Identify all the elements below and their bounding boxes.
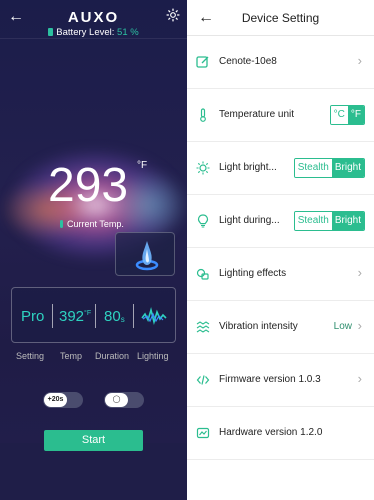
bulb-icon: ◯: [105, 393, 128, 407]
edit-icon: [196, 56, 209, 68]
lighting-preview: [115, 232, 175, 276]
vibration-icon: [196, 321, 210, 333]
row-label: Cenote-10e8: [219, 56, 277, 67]
row-label: Hardware version 1.2.0: [219, 427, 323, 438]
temp-unit-switch: °C °F: [329, 105, 365, 125]
row-label: Light bright...: [219, 162, 277, 173]
boost-toggle[interactable]: +20s: [43, 392, 83, 408]
settings-row-lighting-effects[interactable]: Lighting effects ›: [187, 248, 374, 301]
label-setting: Setting: [16, 351, 45, 361]
device-control-panel: ← AUXO Battery Level: 51 % 293 °F Curren…: [0, 0, 187, 500]
row-label: Lighting effects: [219, 268, 287, 279]
gear-icon[interactable]: [166, 8, 180, 27]
battery-status: Battery Level: 51 %: [0, 27, 187, 38]
light-toggle[interactable]: ◯: [104, 392, 144, 408]
code-icon: [196, 375, 210, 385]
option-bright[interactable]: Bright: [331, 159, 364, 177]
option-fahrenheit[interactable]: °F: [347, 106, 364, 124]
settings-row-temp-unit: Temperature unit °C °F: [187, 89, 374, 142]
brand-logo: AUXO: [67, 9, 120, 26]
divider: [52, 304, 53, 328]
row-label: Light during...: [219, 215, 280, 226]
device-setting-panel: ← Device Setting Cenote-10e8 › Temperatu…: [187, 0, 374, 500]
palette-icon: [196, 268, 209, 280]
sun-icon: [196, 161, 210, 175]
current-temperature: 293: [48, 159, 129, 212]
start-button[interactable]: Start: [44, 430, 143, 451]
settings-row-firmware[interactable]: Firmware version 1.0.3 ›: [187, 354, 374, 407]
chevron-right-icon: ›: [357, 53, 362, 68]
bottom-band: [0, 443, 187, 500]
current-temp-label: Current Temp.: [60, 219, 124, 229]
flame-icon: [135, 241, 159, 271]
option-bright[interactable]: Bright: [331, 212, 364, 230]
divider: [133, 304, 134, 328]
settings-row-hardware: Hardware version 1.2.0: [187, 407, 374, 460]
settings-row-light-brightness: Light bright... Stealth Bright: [187, 142, 374, 195]
battery-icon: [48, 28, 54, 36]
label-lighting: Lighting: [137, 351, 169, 361]
settings-row-light-during: Light during... Stealth Bright: [187, 195, 374, 248]
option-stealth[interactable]: Stealth: [294, 212, 332, 230]
vibration-value: Low: [333, 321, 352, 332]
profile-value: Pro: [21, 308, 45, 325]
option-celsius[interactable]: °C: [330, 106, 348, 124]
temp-setting-value: 392°F: [59, 308, 92, 325]
wave-icon: [141, 306, 167, 326]
chevron-right-icon: ›: [357, 265, 362, 280]
battery-percent: 51 %: [117, 27, 139, 38]
settings-row-device-name[interactable]: Cenote-10e8 ›: [187, 36, 374, 89]
boost-label: +20s: [44, 393, 67, 407]
row-label: Firmware version 1.0.3: [219, 374, 321, 385]
session-settings-card[interactable]: Pro 392°F 80s: [11, 287, 176, 343]
duration-value: 80s: [104, 308, 125, 325]
option-stealth[interactable]: Stealth: [294, 159, 332, 177]
bulb-icon: [197, 214, 209, 228]
chevron-right-icon: ›: [357, 318, 362, 333]
label-duration: Duration: [95, 351, 130, 361]
settings-header: ← Device Setting: [187, 0, 374, 36]
divider: [95, 304, 96, 328]
brightness-switch: Stealth Bright: [293, 158, 365, 178]
chip-icon: [196, 427, 210, 439]
chevron-right-icon: ›: [357, 371, 362, 386]
thermometer-icon: [200, 108, 206, 122]
battery-label: Battery Level:: [56, 27, 115, 38]
light-during-switch: Stealth Bright: [293, 211, 365, 231]
row-label: Temperature unit: [219, 109, 295, 120]
thermometer-icon: [60, 220, 63, 228]
row-label: Vibration intensity: [219, 321, 298, 332]
page-title: Device Setting: [241, 11, 320, 25]
temperature-unit: °F: [137, 160, 148, 171]
label-temp: Temp: [60, 351, 83, 361]
settings-row-vibration[interactable]: Vibration intensity Low ›: [187, 301, 374, 354]
header-divider: [0, 38, 187, 39]
